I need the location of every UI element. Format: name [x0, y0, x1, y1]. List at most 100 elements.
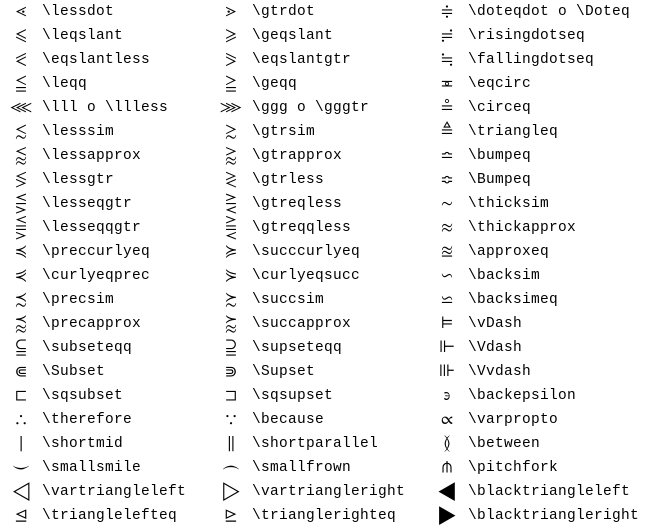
latex-command: \subseteqq [42, 340, 210, 356]
symbol-glyph: ≳ [210, 122, 252, 143]
latex-command: \varpropto [468, 412, 646, 428]
latex-command: \risingdotseq [468, 28, 646, 44]
latex-command: \leqslant [42, 28, 210, 44]
symbol-glyph: ◀ [426, 482, 468, 503]
symbol-glyph: ∽ [426, 266, 468, 287]
symbol-glyph: ⊐ [210, 386, 252, 407]
table-row: ⋚\lesseqgtr⋛\gtreqless∼\thicksim [0, 192, 646, 216]
symbol-glyph: ≈ [426, 218, 468, 239]
symbol-glyph: ⊴ [0, 506, 42, 527]
symbol-glyph: ⋍ [426, 290, 468, 311]
latex-command: \gtrapprox [252, 148, 426, 164]
latex-command: \lesseqqgtr [42, 220, 210, 236]
symbol-glyph: ⊪ [426, 362, 468, 383]
table-row: ≦\leqq≧\geqq≖\eqcirc [0, 72, 646, 96]
latex-command: \bumpeq [468, 148, 646, 164]
symbol-glyph: ∴ [0, 410, 42, 431]
latex-command: \precapprox [42, 316, 210, 332]
latex-command: \geqslant [252, 28, 426, 44]
symbol-glyph: ◁ [0, 482, 42, 503]
symbol-glyph: ⪸ [210, 314, 252, 335]
table-row: ≲\lesssim≳\gtrsim≜\triangleq [0, 120, 646, 144]
symbol-glyph: ⋚ [0, 194, 42, 215]
symbol-glyph: ∼ [426, 194, 468, 215]
latex-command: \eqslantgtr [252, 52, 426, 68]
table-row: ⋐\Subset⋑\Supset⊪\Vvdash [0, 360, 646, 384]
latex-command: \precsim [42, 292, 210, 308]
symbol-glyph: ≜ [426, 122, 468, 143]
latex-command: \sqsupset [252, 388, 426, 404]
symbol-glyph: ≧ [210, 74, 252, 95]
latex-command: \trianglelefteq [42, 508, 210, 524]
table-row: ⋘\lll o \llless⋙\ggg o \gggtr≗\circeq [0, 96, 646, 120]
table-row: ≾\precsim≿\succsim⋍\backsimeq [0, 288, 646, 312]
table-row: ⪕\eqslantless⪖\eqslantgtr≒\fallingdotseq [0, 48, 646, 72]
latex-command: \eqslantless [42, 52, 210, 68]
latex-command: \lll o \llless [42, 100, 210, 116]
symbol-glyph: ⊩ [426, 338, 468, 359]
latex-command: \eqcirc [468, 76, 646, 92]
latex-command: \leqq [42, 76, 210, 92]
latex-command: \succsim [252, 292, 426, 308]
symbol-glyph: ≑ [426, 2, 468, 23]
latex-command: \lesseqgtr [42, 196, 210, 212]
latex-command: \gtrdot [252, 4, 426, 20]
latex-command: \backsimeq [468, 292, 646, 308]
latex-command: \lessapprox [42, 148, 210, 164]
symbol-glyph: ϶ [426, 386, 468, 407]
symbol-glyph: ⩽ [0, 26, 42, 47]
latex-command: \lessgtr [42, 172, 210, 188]
latex-command: \gtreqless [252, 196, 426, 212]
latex-command: \succcurlyeq [252, 244, 426, 260]
table-row: ⌣\smallsmile⌢\smallfrown⋔\pitchfork [0, 456, 646, 480]
symbol-glyph: ≒ [426, 50, 468, 71]
latex-command: \geqq [252, 76, 426, 92]
symbol-glyph: ⊵ [210, 506, 252, 527]
symbol-glyph: ⪷ [0, 314, 42, 335]
symbol-glyph: ⩾ [210, 26, 252, 47]
symbol-glyph: ≬ [426, 434, 468, 455]
symbol-glyph: ⋞ [0, 266, 42, 287]
latex-command: \Vvdash [468, 364, 646, 380]
symbol-glyph: ⊏ [0, 386, 42, 407]
latex-command: \Bumpeq [468, 172, 646, 188]
latex-command: \blacktriangleleft [468, 484, 646, 500]
latex-command: \thickapprox [468, 220, 646, 236]
latex-symbol-table: ⋖\lessdot⋗\gtrdot≑\doteqdot o \Doteq⩽\le… [0, 0, 646, 528]
symbol-glyph: ⪌ [210, 218, 252, 239]
symbol-glyph: ≷ [210, 170, 252, 191]
latex-command: \curlyeqprec [42, 268, 210, 284]
symbol-glyph: ∣ [0, 434, 42, 455]
symbol-glyph: ≶ [0, 170, 42, 191]
symbol-glyph: ⋖ [0, 2, 42, 23]
symbol-glyph: ⌣ [0, 458, 42, 479]
symbol-glyph: ≖ [426, 74, 468, 95]
latex-command: \between [468, 436, 646, 452]
table-row: ⪋\lesseqqgtr⪌\gtreqqless≈\thickapprox [0, 216, 646, 240]
symbol-glyph: ⪋ [0, 218, 42, 239]
latex-command: \backsim [468, 268, 646, 284]
symbol-glyph: ▶ [426, 506, 468, 527]
symbol-glyph: ⋗ [210, 2, 252, 23]
table-row: ⊴\trianglelefteq⊵\trianglerighteq▶\black… [0, 504, 646, 528]
latex-command: \sqsubset [42, 388, 210, 404]
latex-command: \preccurlyeq [42, 244, 210, 260]
symbol-glyph: ∵ [210, 410, 252, 431]
symbol-glyph: ≎ [426, 170, 468, 191]
symbol-glyph: ≲ [0, 122, 42, 143]
latex-command: \lesssim [42, 124, 210, 140]
latex-command: \pitchfork [468, 460, 646, 476]
symbol-glyph: ⪆ [210, 146, 252, 167]
latex-command: \supseteqq [252, 340, 426, 356]
symbol-glyph: ⫆ [210, 338, 252, 359]
symbol-glyph: ⫅ [0, 338, 42, 359]
symbol-glyph: ⊨ [426, 314, 468, 335]
symbol-glyph: ∥ [210, 434, 252, 455]
latex-command: \lessdot [42, 4, 210, 20]
latex-command: \ggg o \gggtr [252, 100, 426, 116]
latex-command: \vDash [468, 316, 646, 332]
table-row: ≶\lessgtr≷\gtrless≎\Bumpeq [0, 168, 646, 192]
latex-command: \backepsilon [468, 388, 646, 404]
table-row: ≼\preccurlyeq≽\succcurlyeq≊\approxeq [0, 240, 646, 264]
symbol-glyph: ≿ [210, 290, 252, 311]
